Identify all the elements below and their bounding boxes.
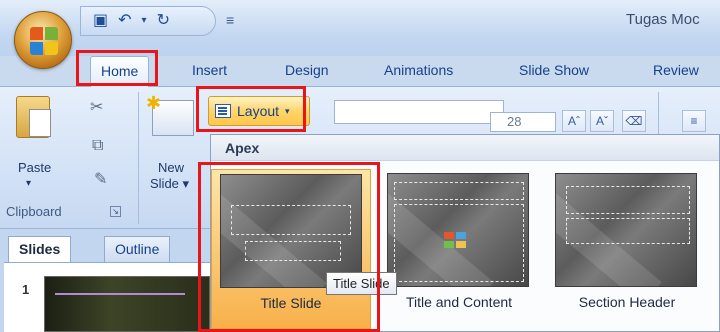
tab-slides[interactable]: Slides	[8, 236, 72, 262]
slide-thumbnail[interactable]	[44, 276, 210, 332]
paste-dropdown-icon[interactable]: ▾	[26, 176, 31, 192]
customize-icon[interactable]: ≡	[226, 12, 234, 28]
layout-gallery: Apex Title Slide Title and Content Secti…	[210, 134, 720, 332]
clipboard-launcher-icon[interactable]: ↘	[110, 206, 121, 217]
subtitle-placeholder	[245, 241, 341, 261]
group-divider	[138, 92, 139, 224]
layout-thumbnail	[555, 173, 697, 287]
layout-label: Title Slide	[260, 295, 322, 311]
ribbon-tabs: Home Insert Design Animations Slide Show…	[78, 56, 720, 87]
tab-review[interactable]: Review	[653, 62, 699, 78]
quick-access-toolbar: ▣ ↶ ▾ ↻	[80, 6, 216, 36]
document-title: Tugas Moc	[626, 11, 700, 28]
tab-home[interactable]: Home	[90, 56, 150, 87]
tab-outline[interactable]: Outline	[104, 236, 171, 262]
save-icon[interactable]: ▣	[93, 13, 108, 29]
font-size-box[interactable]: 28	[490, 112, 556, 132]
format-painter-icon[interactable]: ✎	[94, 172, 107, 188]
layout-label: Section Header	[578, 294, 676, 310]
chevron-down-icon: ▾	[285, 105, 290, 116]
theme-name: Apex	[211, 135, 719, 161]
undo-icon[interactable]: ↶	[118, 13, 131, 29]
layout-section-header[interactable]: Section Header	[547, 169, 707, 329]
new-slide-label-2[interactable]: Slide ▾	[150, 176, 189, 192]
bullets-icon[interactable]: ≡	[682, 110, 706, 132]
new-star-icon: ✱	[146, 93, 162, 113]
tab-insert[interactable]: Insert	[192, 62, 227, 78]
cut-icon[interactable]: ✂	[90, 100, 103, 116]
slide-number: 1	[22, 282, 30, 297]
layout-label: Title and Content	[405, 294, 513, 310]
content-icons-icon	[444, 232, 466, 248]
layout-thumbnail	[387, 173, 529, 287]
office-button[interactable]	[14, 11, 72, 69]
redo-icon[interactable]: ↻	[157, 13, 170, 29]
qat-dropdown-icon[interactable]: ▾	[142, 16, 147, 26]
grow-font-icon[interactable]: Aˆ	[562, 110, 586, 132]
layout-title-slide[interactable]: Title Slide	[211, 169, 371, 329]
layout-icon	[215, 104, 231, 118]
text-placeholder	[566, 186, 690, 214]
office-logo-icon	[30, 27, 58, 55]
layout-title-and-content[interactable]: Title and Content	[379, 169, 539, 329]
shrink-font-icon[interactable]: Aˇ	[590, 110, 614, 132]
clear-format-icon[interactable]: ⌫	[622, 110, 646, 132]
layout-thumbnail	[220, 174, 362, 288]
tooltip: Title Slide	[326, 272, 397, 295]
font-name-box[interactable]	[334, 100, 504, 124]
title-placeholder	[394, 182, 524, 200]
tab-animations[interactable]: Animations	[384, 62, 453, 78]
layout-button[interactable]: Layout ▾	[208, 96, 310, 126]
layout-label: Layout	[237, 103, 280, 119]
clipboard-group-label: Clipboard	[6, 204, 62, 219]
new-slide-label[interactable]: New	[158, 160, 184, 176]
tab-design[interactable]: Design	[285, 62, 329, 78]
title-placeholder	[231, 205, 351, 235]
tab-slide-show[interactable]: Slide Show	[519, 62, 589, 78]
paste-icon[interactable]	[16, 96, 51, 138]
copy-icon[interactable]: ⧉	[92, 138, 103, 154]
title-placeholder	[566, 218, 690, 244]
paste-label[interactable]: Paste	[18, 160, 51, 176]
